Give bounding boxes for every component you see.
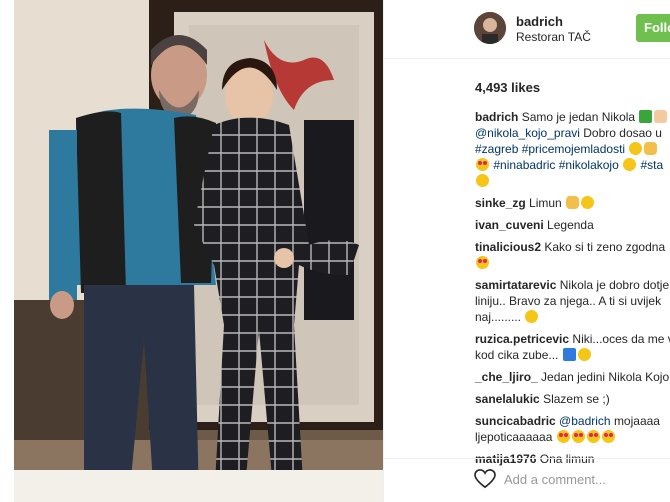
mention-link[interactable]: @nikola_kojo_pravi bbox=[475, 126, 580, 140]
heart-eyes-icon bbox=[601, 430, 615, 443]
heart-eyes-icon bbox=[476, 256, 489, 269]
comment-caption-line bbox=[475, 173, 670, 189]
comment-user[interactable]: sinke_zg bbox=[475, 196, 526, 210]
comment: sinke_zg Limun bbox=[475, 195, 670, 211]
heart-eyes-icon bbox=[556, 430, 570, 443]
comment-text: liniju.. Bravo za njega.. A ti si uvijek bbox=[475, 294, 662, 308]
comment: tinalicious2 Kako si ti zeno zgodna bbox=[475, 239, 670, 255]
comment-user[interactable]: tinalicious2 bbox=[475, 240, 541, 254]
flexed-biceps-icon bbox=[644, 142, 658, 155]
grin-face-icon bbox=[581, 196, 595, 209]
comment-line: naj......... bbox=[475, 309, 670, 325]
comment-user[interactable]: samirtatarevic bbox=[475, 278, 556, 292]
flexed-biceps-icon bbox=[566, 196, 580, 209]
comment-list: badrich Samo je jedan Nikola @nikola_koj… bbox=[475, 109, 670, 467]
comment-line: liniju.. Bravo za njega.. A ti si uvijek bbox=[475, 293, 670, 309]
avatar[interactable] bbox=[474, 12, 506, 44]
comment-caption-line: @nikola_kojo_pravi Dobro dosao u bbox=[475, 125, 670, 141]
add-comment-input[interactable]: Add a comment... bbox=[504, 472, 606, 487]
grin-face-icon bbox=[577, 348, 591, 361]
comment: ruzica.petricevic Niki...oces da me v bbox=[475, 331, 670, 347]
comment-text: mojaaaa bbox=[613, 414, 660, 428]
comment-caption-line: #zagreb #pricemojemladosti bbox=[475, 141, 670, 157]
username-link[interactable]: badrich bbox=[516, 14, 563, 29]
green-heart-icon bbox=[639, 110, 653, 123]
comment-text: Slazem se ;) bbox=[543, 392, 610, 406]
comment-user[interactable]: sanelalukic bbox=[475, 392, 540, 406]
comment: _che_ljiro_ Jedan jedini Nikola Kojo bbox=[475, 369, 670, 385]
comment-caption: badrich Samo je jedan Nikola bbox=[475, 109, 670, 125]
comment-text: Legenda bbox=[547, 218, 594, 232]
comment-text: Nikola je dobro dotje bbox=[559, 278, 670, 292]
pointing-hand-icon bbox=[654, 110, 668, 123]
comment-user[interactable]: _che_ljiro_ bbox=[475, 370, 538, 384]
comment-text: Niki...oces da me v bbox=[572, 332, 670, 346]
grin-face-icon bbox=[629, 142, 643, 155]
comment-text: ljepoticaaaaaa bbox=[475, 430, 553, 444]
heart-eyes-icon bbox=[586, 430, 600, 443]
comment-user[interactable]: badrich bbox=[475, 110, 518, 124]
comment-line: kod cika zube... bbox=[475, 347, 670, 363]
comment-text: Dobro dosao u bbox=[583, 126, 662, 140]
hashtag-link[interactable]: #zagreb #pricemojemladosti bbox=[475, 142, 625, 156]
comment: ivan_cuveni Legenda bbox=[475, 217, 670, 233]
comment: samirtatarevic Nikola je dobro dotje bbox=[475, 277, 670, 293]
top-arrow-icon bbox=[562, 348, 576, 361]
comment-line bbox=[475, 255, 670, 271]
heart-eyes-icon bbox=[476, 158, 489, 171]
comment-user[interactable]: ruzica.petricevic bbox=[475, 332, 569, 346]
location-link[interactable]: Restoran TAČ bbox=[516, 30, 591, 44]
heart-eyes-icon bbox=[571, 430, 585, 443]
heart-icon[interactable] bbox=[474, 469, 496, 489]
comment: sanelalukic Slazem se ;) bbox=[475, 391, 670, 407]
comment-user[interactable]: ivan_cuveni bbox=[475, 218, 544, 232]
follow-button[interactable]: Follow bbox=[636, 14, 670, 42]
comment-line: ljepoticaaaaaa bbox=[475, 429, 670, 445]
smiling-face-icon bbox=[525, 310, 539, 323]
comment-user[interactable]: suncicabadric bbox=[475, 414, 556, 428]
hashtag-link[interactable]: #sta bbox=[640, 158, 663, 172]
post-header: badrich Restoran TAČ Follow bbox=[384, 0, 670, 59]
comment: suncicabadric @badrich mojaaaa bbox=[475, 413, 670, 429]
post-sidebar: badrich Restoran TAČ Follow 4,493 likes … bbox=[383, 0, 670, 502]
comment-footer: Add a comment... bbox=[384, 458, 670, 502]
comment-caption-line: #ninabadric #nikolakojo #sta bbox=[475, 157, 670, 173]
smiling-face-icon bbox=[476, 174, 489, 187]
comment-text: Jedan jedini Nikola Kojo bbox=[541, 370, 670, 384]
comment-text: Samo je jedan Nikola bbox=[521, 110, 636, 124]
comment-text: Limun bbox=[529, 196, 562, 210]
photo-image bbox=[14, 0, 383, 502]
tongue-face-icon bbox=[623, 158, 637, 171]
hashtag-link[interactable]: #ninabadric #nikolakojo bbox=[493, 158, 618, 172]
comment-text: kod cika zube... bbox=[475, 348, 559, 362]
comment-text: naj......... bbox=[475, 310, 522, 324]
mention-link[interactable]: @badrich bbox=[559, 414, 611, 428]
comment-text: Kako si ti zeno zgodna bbox=[544, 240, 666, 254]
post-photo[interactable] bbox=[14, 0, 383, 502]
likes-count[interactable]: 4,493 likes bbox=[475, 80, 540, 95]
